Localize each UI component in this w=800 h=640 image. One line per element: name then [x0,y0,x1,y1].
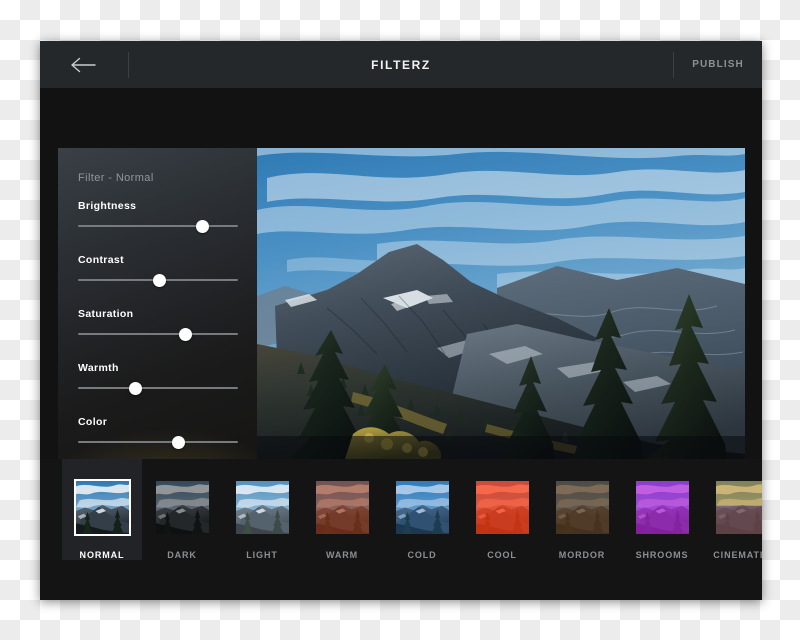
slider-group-color: Color [78,416,238,443]
thumbnail-image [316,481,369,534]
filter-thumbnail-normal[interactable] [74,479,131,536]
thumbnail-image [236,481,289,534]
slider-label-contrast: Contrast [78,254,238,266]
filter-item-normal[interactable]: NORMAL [62,459,142,560]
slider-track-warmth[interactable] [78,387,238,389]
filter-thumbnail-cinematic[interactable] [714,479,763,536]
filter-caption-shrooms: SHROOMS [636,550,689,560]
filter-thumbnail-shrooms[interactable] [634,479,691,536]
filter-item-warm[interactable]: WARM [302,459,382,560]
slider-label-saturation: Saturation [78,308,238,320]
filter-thumbnail-cold[interactable] [394,479,451,536]
filter-thumbnail-light[interactable] [234,479,291,536]
slider-track-saturation[interactable] [78,333,238,335]
thumbnail-image [556,481,609,534]
filter-controls-panel: Filter - Normal Brightness Contrast Satura… [58,148,258,459]
filter-caption-mordor: MORDOR [559,550,605,560]
current-filter-label: Filter - Normal [78,172,154,184]
filter-caption-normal: NORMAL [80,550,125,560]
filter-thumbnail-cool[interactable] [474,479,531,536]
filter-thumbnail-dark[interactable] [154,479,211,536]
slider-group-contrast: Contrast [78,254,238,281]
filter-thumbnail-warm[interactable] [314,479,371,536]
thumbnail-image [396,481,449,534]
filter-filmstrip[interactable]: NORMAL DARK LIGHT WARM COLD COOL MORDOR SHROOMS… [40,459,762,600]
filter-item-mordor[interactable]: MORDOR [542,459,622,560]
filter-caption-cinematic: CINEMATIC [713,550,762,560]
filter-caption-light: LIGHT [246,550,278,560]
thumbnail-image [716,481,763,534]
filter-item-dark[interactable]: DARK [142,459,222,560]
slider-thumb-contrast[interactable] [153,274,166,287]
slider-track-contrast[interactable] [78,279,238,281]
back-button[interactable] [40,41,128,88]
slider-thumb-saturation[interactable] [179,328,192,341]
filter-thumbnail-mordor[interactable] [554,479,611,536]
page-title: FILTERZ [129,58,673,72]
filter-item-shrooms[interactable]: SHROOMS [622,459,702,560]
thumbnail-image [156,481,209,534]
filter-caption-cool: COOL [487,550,517,560]
filter-item-cold[interactable]: COLD [382,459,462,560]
editor-area: Filter - Normal Brightness Contrast Satura… [40,88,762,459]
slider-label-brightness: Brightness [78,200,238,212]
slider-label-color: Color [78,416,238,428]
photo-preview[interactable] [257,148,745,459]
publish-button[interactable]: PUBLISH [674,41,762,88]
app-window: FILTERZ PUBLISH Filter - Normal Brightne… [40,41,762,600]
slider-group-brightness: Brightness [78,200,238,227]
slider-group-warmth: Warmth [78,362,238,389]
thumbnail-image [76,481,129,534]
arrow-left-icon [71,57,97,73]
slider-thumb-color[interactable] [172,436,185,449]
filter-item-cinematic[interactable]: CINEMATIC [702,459,762,560]
slider-thumb-warmth[interactable] [129,382,142,395]
slider-group-saturation: Saturation [78,308,238,335]
filter-caption-cold: COLD [407,550,436,560]
thumbnail-image [636,481,689,534]
slider-track-color[interactable] [78,441,238,443]
filter-caption-dark: DARK [167,550,197,560]
slider-label-warmth: Warmth [78,362,238,374]
app-header: FILTERZ PUBLISH [40,41,762,88]
filter-item-light[interactable]: LIGHT [222,459,302,560]
filter-item-cool[interactable]: COOL [462,459,542,560]
filter-caption-warm: WARM [326,550,358,560]
slider-track-brightness[interactable] [78,225,238,227]
thumbnail-image [476,481,529,534]
slider-thumb-brightness[interactable] [196,220,209,233]
